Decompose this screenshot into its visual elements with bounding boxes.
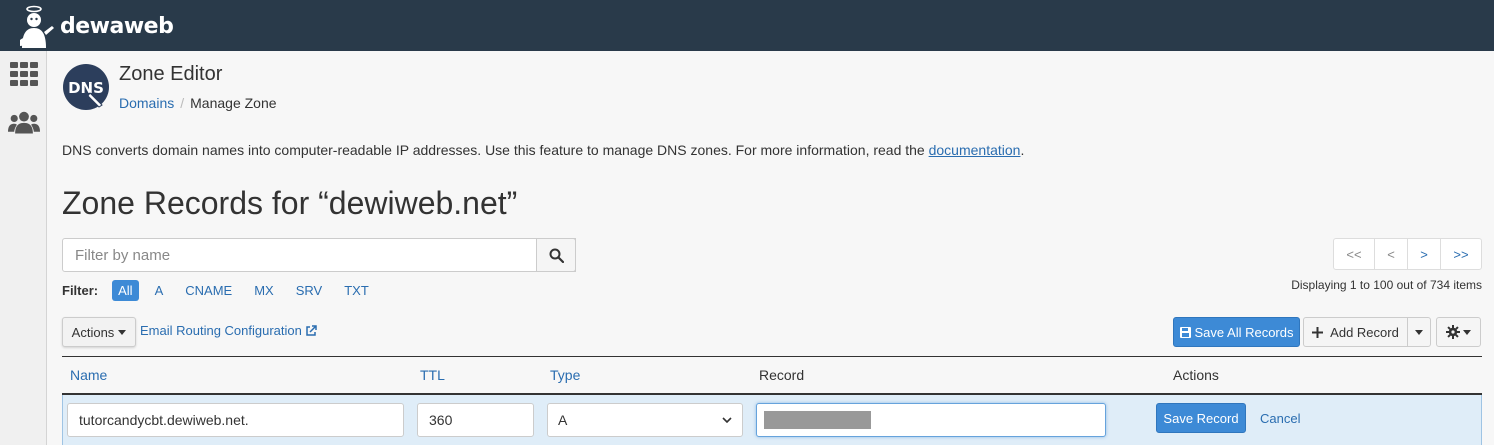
column-header-type[interactable]: Type — [550, 367, 580, 383]
zone-records-heading: Zone Records for “dewiweb.net” — [62, 185, 518, 221]
save-record-button[interactable]: Save Record — [1156, 403, 1246, 433]
caret-down-icon — [118, 329, 127, 335]
floppy-disk-icon — [1179, 326, 1191, 338]
record-ttl-input[interactable]: 360 — [417, 403, 534, 437]
top-bar: dewaweb — [0, 0, 1494, 51]
filter-srv[interactable]: SRV — [290, 280, 329, 301]
filter-by-name-input[interactable] — [62, 238, 576, 272]
breadcrumb-separator: / — [180, 95, 185, 111]
caret-down-icon — [1415, 329, 1423, 335]
filter-label: Filter: — [62, 283, 99, 298]
cancel-link[interactable]: Cancel — [1260, 411, 1300, 426]
table-top-border — [62, 356, 1482, 357]
record-type-select[interactable]: A — [547, 403, 743, 437]
mascot-icon — [20, 5, 54, 48]
chevron-down-icon — [722, 417, 732, 423]
column-header-name[interactable]: Name — [70, 367, 107, 383]
save-all-records-button[interactable]: Save All Records — [1173, 317, 1300, 347]
actions-dropdown-button[interactable]: Actions — [62, 317, 136, 347]
type-filter: Filter: All A CNAME MX SRV TXT — [62, 280, 385, 301]
external-link-icon — [306, 324, 317, 336]
filter-a[interactable]: A — [149, 280, 170, 301]
actions-label: Actions — [71, 324, 115, 340]
intro-text: DNS converts domain names into computer-… — [62, 142, 1024, 158]
intro-suffix: . — [1020, 142, 1025, 158]
breadcrumb-current: Manage Zone — [190, 95, 277, 111]
redacted-value — [764, 411, 871, 429]
pagination: << < > >> — [1333, 238, 1482, 270]
email-routing-link[interactable]: Email Routing Configuration — [140, 323, 317, 338]
filter-txt[interactable]: TXT — [338, 280, 375, 301]
search-button[interactable] — [536, 238, 576, 272]
caret-down-icon — [1463, 329, 1471, 335]
save-all-label: Save All Records — [1194, 324, 1294, 340]
documentation-link[interactable]: documentation — [929, 142, 1021, 158]
plus-icon — [1312, 326, 1324, 338]
brand-name: dewaweb — [60, 13, 174, 39]
page-title: Zone Editor — [119, 63, 223, 85]
apps-grid-icon[interactable] — [8, 59, 40, 89]
breadcrumb-domains-link[interactable]: Domains — [119, 95, 174, 111]
record-type-value: A — [558, 412, 568, 428]
record-name-input[interactable]: tutorcandycbt.dewiweb.net. — [67, 403, 404, 437]
filter-all[interactable]: All — [112, 280, 139, 301]
next-page-button[interactable]: > — [1408, 239, 1441, 269]
column-header-actions: Actions — [1173, 367, 1219, 383]
add-record-label: Add Record — [1330, 324, 1399, 340]
prev-page-button[interactable]: < — [1375, 239, 1408, 269]
displaying-count: Displaying 1 to 100 out of 734 items — [1291, 278, 1482, 292]
dns-logo-text: DNS — [68, 79, 104, 97]
filter-cname[interactable]: CNAME — [179, 280, 238, 301]
brand-logo[interactable]: dewaweb — [18, 3, 174, 49]
sidebar — [0, 51, 47, 445]
dns-icon: DNS — [63, 64, 109, 110]
first-page-button[interactable]: << — [1334, 239, 1375, 269]
record-value-input[interactable] — [756, 403, 1106, 437]
main-content: DNS Zone Editor Domains / Manage Zone DNS … — [47, 51, 1494, 445]
column-header-record: Record — [759, 367, 805, 383]
filter-mx[interactable]: MX — [248, 280, 280, 301]
column-header-ttl[interactable]: TTL — [420, 367, 445, 383]
gear-icon — [1446, 325, 1460, 339]
settings-dropdown-button[interactable] — [1436, 317, 1481, 347]
last-page-button[interactable]: >> — [1441, 239, 1481, 269]
search-icon — [549, 248, 564, 263]
breadcrumb: Domains / Manage Zone — [119, 95, 277, 111]
add-record-dropdown-toggle[interactable] — [1407, 317, 1431, 347]
add-record-button[interactable]: Add Record — [1303, 317, 1408, 347]
intro-body: DNS converts domain names into computer-… — [62, 142, 929, 158]
users-icon[interactable] — [8, 107, 40, 137]
email-routing-label: Email Routing Configuration — [140, 323, 302, 338]
